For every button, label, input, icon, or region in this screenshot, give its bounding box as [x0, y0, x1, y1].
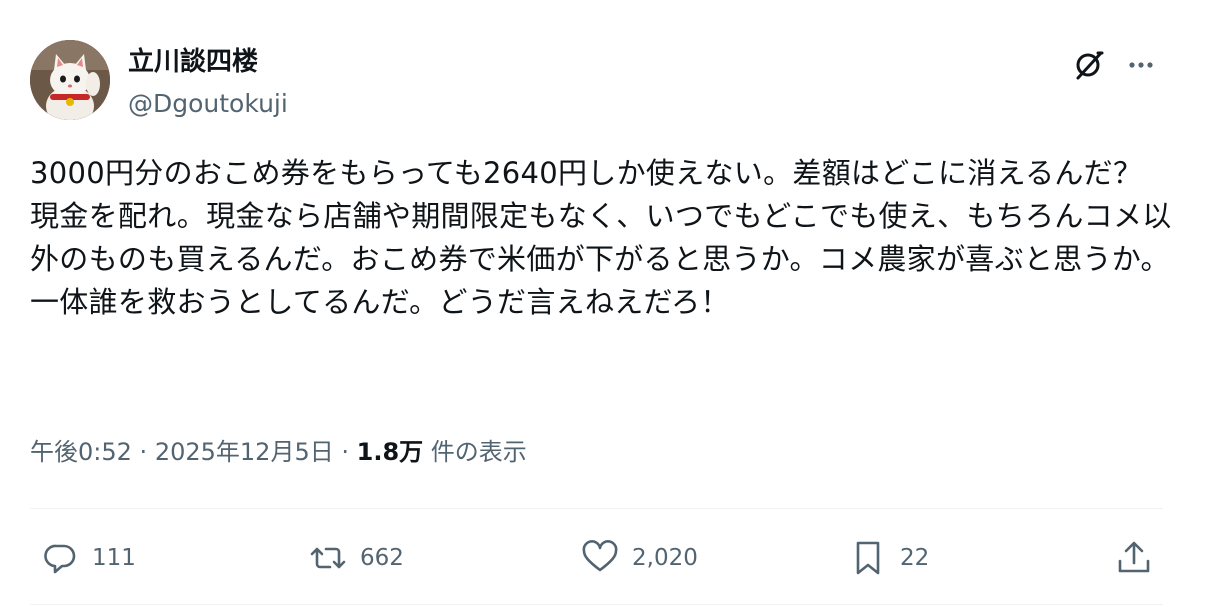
- views-label: 件の表示: [430, 438, 527, 466]
- views-count[interactable]: 1.8万: [357, 438, 424, 466]
- bookmark-icon: [856, 541, 880, 575]
- like-count: 2,020: [632, 545, 698, 571]
- reply-count: 111: [92, 545, 136, 571]
- maneki-neko-avatar-icon: [30, 40, 110, 120]
- share-button[interactable]: [1112, 536, 1156, 580]
- post-date[interactable]: 2025年12月5日: [155, 438, 334, 466]
- meta-separator: ·: [139, 438, 148, 466]
- grok-button[interactable]: [1068, 44, 1110, 86]
- tweet-card: 立川談四楼 @Dgoutokuji 3000円分のおこめ券をもらっても2640円…: [0, 0, 1209, 607]
- share-icon: [1118, 541, 1150, 573]
- post-time[interactable]: 午後0:52: [30, 438, 132, 466]
- bookmark-count: 22: [900, 545, 930, 571]
- reply-icon: [44, 544, 76, 574]
- divider: [30, 604, 1163, 605]
- retweet-count: 662: [360, 545, 404, 571]
- more-options-button[interactable]: [1120, 44, 1162, 86]
- bookmark-button[interactable]: 22: [846, 536, 929, 580]
- reply-button[interactable]: 111: [38, 536, 136, 580]
- heart-icon: [582, 540, 618, 572]
- grok-icon: [1076, 51, 1104, 80]
- more-icon: [1129, 62, 1153, 68]
- retweet-button[interactable]: 662: [306, 536, 404, 580]
- tweet-meta: 午後0:52 · 2025年12月5日 · 1.8万 件の表示: [30, 434, 527, 470]
- tweet-text: 3000円分のおこめ券をもらっても2640円しか使えない。差額はどこに消えるんだ…: [30, 156, 1172, 319]
- divider: [30, 508, 1163, 509]
- meta-separator: ·: [341, 438, 349, 466]
- author-handle[interactable]: @Dgoutokuji: [128, 88, 288, 120]
- retweet-icon: [310, 547, 346, 569]
- like-button[interactable]: 2,020: [578, 536, 698, 580]
- author-display-name[interactable]: 立川談四楼: [128, 46, 258, 78]
- avatar[interactable]: [30, 40, 110, 120]
